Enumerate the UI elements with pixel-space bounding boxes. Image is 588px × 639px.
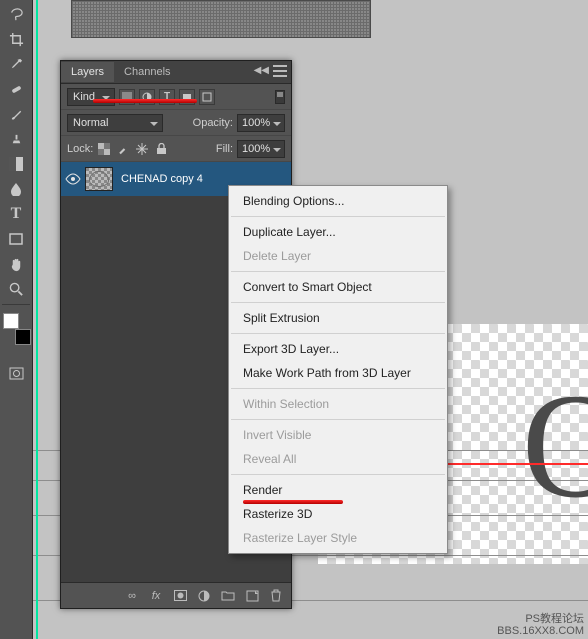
quick-mask-toggle[interactable] [2, 362, 30, 384]
menu-item-split-extrusion[interactable]: Split Extrusion [229, 306, 447, 330]
menu-separator [231, 474, 445, 475]
visibility-toggle[interactable] [61, 173, 85, 185]
lock-fill-row: Lock: Fill: 100% [61, 136, 291, 162]
crop-tool[interactable] [2, 28, 30, 50]
menu-item-delete-layer: Delete Layer [229, 244, 447, 268]
filter-toggle-switch[interactable] [275, 90, 285, 104]
filter-smart-icon[interactable] [199, 89, 215, 105]
opacity-input[interactable]: 100% [237, 114, 285, 132]
menu-item-render[interactable]: Render [229, 478, 447, 502]
menu-item-convert-to-smart-object[interactable]: Convert to Smart Object [229, 275, 447, 299]
delete-layer-icon[interactable] [269, 589, 283, 603]
tab-channels[interactable]: Channels [114, 62, 180, 82]
blur-tool[interactable] [2, 178, 30, 200]
menu-separator [231, 419, 445, 420]
menu-item-export-3d-layer[interactable]: Export 3D Layer... [229, 337, 447, 361]
brush-tool[interactable] [2, 103, 30, 125]
lock-position-icon[interactable] [135, 142, 149, 156]
watermark: PS教程论坛 BBS.16XX8.COM [497, 613, 584, 637]
menu-item-duplicate-layer[interactable]: Duplicate Layer... [229, 220, 447, 244]
fx-icon[interactable]: fx [149, 589, 163, 603]
new-layer-icon[interactable] [245, 589, 259, 603]
blend-mode-select[interactable]: Normal [67, 114, 163, 132]
panel-collapse-icon[interactable]: ◀◀ [254, 65, 269, 76]
lasso-tool[interactable] [2, 3, 30, 25]
menu-item-reveal-all: Reveal All [229, 447, 447, 471]
annotation-underline-layer [93, 99, 197, 103]
menu-item-rasterize-3d[interactable]: Rasterize 3D [229, 502, 447, 526]
gradient-tool[interactable] [2, 153, 30, 175]
lock-transparent-icon[interactable] [97, 142, 111, 156]
layers-panel-footer: ∞ fx [61, 582, 291, 608]
adjustment-layer-icon[interactable] [197, 589, 211, 603]
group-icon[interactable] [221, 589, 235, 603]
menu-separator [231, 333, 445, 334]
hand-tool[interactable] [2, 253, 30, 275]
menu-separator [231, 388, 445, 389]
link-layers-icon[interactable]: ∞ [125, 589, 139, 603]
lock-pixels-icon[interactable] [116, 142, 130, 156]
menu-item-within-selection: Within Selection [229, 392, 447, 416]
mask-icon[interactable] [173, 589, 187, 603]
tab-layers[interactable]: Layers [61, 62, 114, 82]
lock-all-icon[interactable] [154, 142, 168, 156]
grid-strip [71, 0, 371, 38]
fill-input[interactable]: 100% [237, 140, 285, 158]
menu-separator [231, 302, 445, 303]
panel-menu-icon[interactable] [273, 65, 287, 77]
blend-opacity-row: Normal Opacity: 100% [61, 110, 291, 136]
menu-separator [231, 216, 445, 217]
eyedropper-tool[interactable] [2, 53, 30, 75]
opacity-label: Opacity: [193, 117, 233, 129]
lock-label: Lock: [67, 143, 93, 155]
menu-item-make-work-path-from-3d-layer[interactable]: Make Work Path from 3D Layer [229, 361, 447, 385]
menu-item-blending-options[interactable]: Blending Options... [229, 189, 447, 213]
rectangle-tool[interactable] [2, 228, 30, 250]
layer-thumbnail[interactable] [85, 167, 113, 191]
type-tool[interactable]: T [2, 203, 30, 225]
layer-context-menu: Blending Options... Duplicate Layer...Del… [228, 185, 448, 554]
tool-strip: T [0, 0, 33, 639]
vertical-guide[interactable] [36, 0, 38, 639]
layer-name[interactable]: CHENAD copy 4 [121, 173, 291, 185]
zoom-tool[interactable] [2, 278, 30, 300]
clone-stamp-tool[interactable] [2, 128, 30, 150]
color-swatches[interactable] [3, 313, 29, 339]
heal-tool[interactable] [2, 78, 30, 100]
layer-filter-row: Kind T [61, 84, 291, 110]
menu-item-invert-visible: Invert Visible [229, 423, 447, 447]
menu-item-rasterize-layer-style: Rasterize Layer Style [229, 526, 447, 550]
canvas-letter: O [522, 360, 588, 532]
fill-label: Fill: [216, 143, 233, 155]
menu-separator [231, 271, 445, 272]
